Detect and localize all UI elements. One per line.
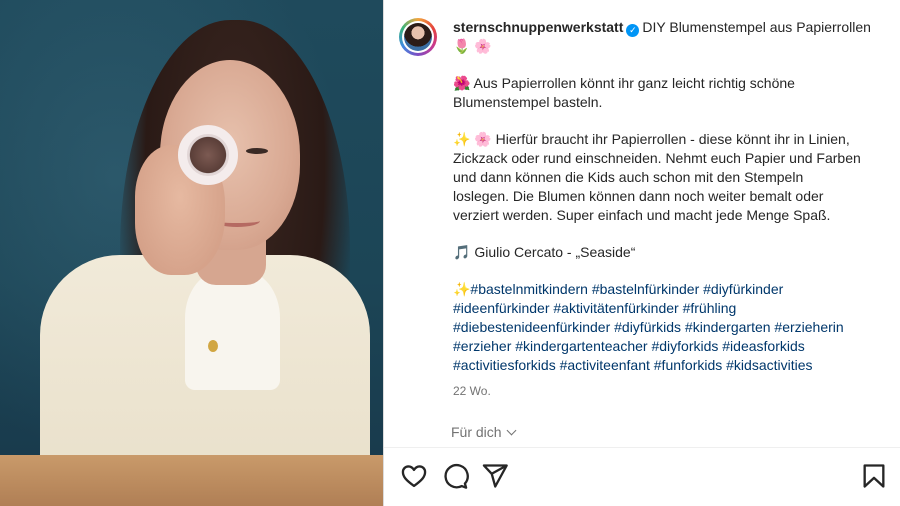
title-emoji: 🌷 🌸 <box>453 38 492 54</box>
username-link[interactable]: sternschnuppenwerkstatt <box>453 19 623 35</box>
avatar-image <box>404 23 432 51</box>
heart-icon[interactable] <box>400 462 428 490</box>
hashtag-line[interactable]: #erzieher #kindergartenteacher #diyforki… <box>453 337 881 356</box>
panel-divider <box>383 0 384 506</box>
media-table <box>0 455 383 506</box>
action-bar <box>384 448 900 506</box>
caption-line: loslegen. Die Blumen können dann noch we… <box>453 188 824 204</box>
hashtag-list: ✨#bastelnmitkindern #bastelnfürkinder #d… <box>453 280 881 375</box>
caption-line: Zickzack oder rund einschneiden. Nehmt e… <box>453 150 861 166</box>
verified-badge-icon: ✓ <box>626 24 640 37</box>
caption-line: 🌺 Aus Papierrollen könnt ihr ganz leicht… <box>453 75 795 91</box>
chevron-down-icon <box>506 425 517 436</box>
comment-icon[interactable] <box>441 462 469 490</box>
media-paper-roll <box>178 125 238 185</box>
post-title: DIY Blumenstempel aus Papierrollen <box>642 19 871 35</box>
post-media[interactable] <box>0 0 383 506</box>
caption-paragraph-instructions: ✨ 🌸 Hierfür braucht ihr Papierrollen - d… <box>453 130 881 225</box>
translate-label: Für dich <box>451 424 502 440</box>
hashtag-line[interactable]: #activitiesforkids #activiteenfant #funf… <box>453 356 881 375</box>
caption-music: 🎵 Giulio Cercato - „Seaside“ <box>453 243 881 262</box>
caption-header: sternschnuppenwerkstatt ✓ DIY Blumenstempe… <box>453 18 881 56</box>
caption-line: ✨ 🌸 Hierfür braucht ihr Papierrollen - d… <box>453 131 850 147</box>
hashtag-line[interactable]: ✨#bastelnmitkindern #bastelnfürkinder #d… <box>453 280 881 299</box>
hashtag-line[interactable]: #diebestenideenfürkinder #diyfürkids #ki… <box>453 318 881 337</box>
media-pendant <box>208 340 218 352</box>
post-timestamp[interactable]: 22 Wo. <box>453 384 491 398</box>
avatar-ring <box>402 21 434 53</box>
translate-toggle[interactable]: Für dich <box>451 424 517 440</box>
hashtag-line[interactable]: #ideenfürkinder #aktivitätenfürkinder #f… <box>453 299 881 318</box>
caption-line: und dann können die Kids auch schon mit … <box>453 169 804 185</box>
caption-line: verziert werden. Super einfach und macht… <box>453 207 831 223</box>
music-credit: 🎵 Giulio Cercato - „Seaside“ <box>453 244 636 260</box>
avatar[interactable] <box>399 18 437 56</box>
media-shirt <box>185 270 280 390</box>
media-eye <box>246 148 268 154</box>
caption: sternschnuppenwerkstatt ✓ DIY Blumenstempe… <box>453 18 881 375</box>
send-icon[interactable] <box>481 462 509 490</box>
caption-line: Blumenstempel basteln. <box>453 94 603 110</box>
bookmark-icon[interactable] <box>860 462 888 490</box>
caption-paragraph-intro: 🌺 Aus Papierrollen könnt ihr ganz leicht… <box>453 74 881 112</box>
